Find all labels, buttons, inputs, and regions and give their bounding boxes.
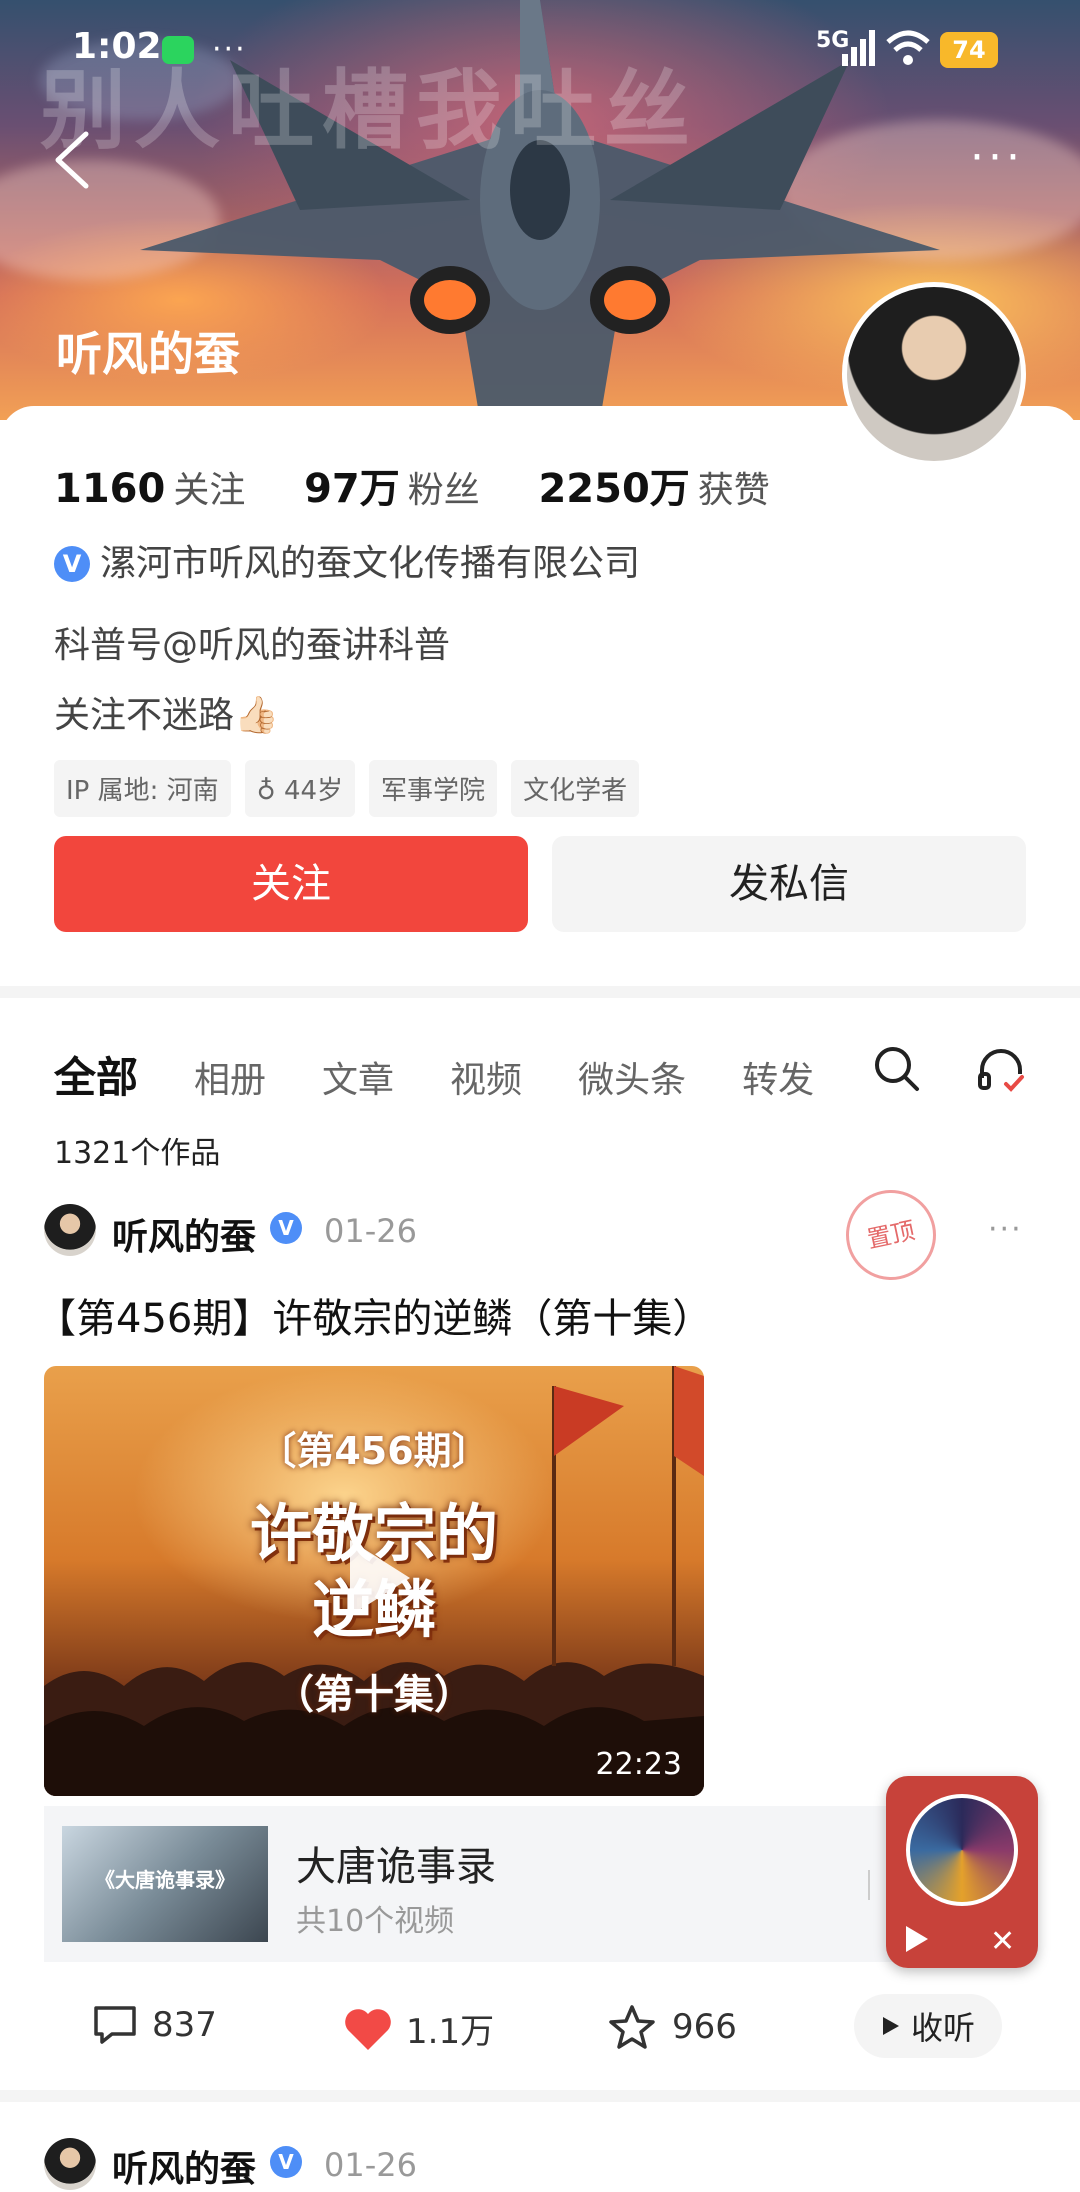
series-title: 大唐诡事录: [296, 1844, 496, 1890]
wechat-notification-icon: [162, 36, 194, 64]
next-post-author[interactable]: 听风的蚕: [112, 2140, 256, 2192]
comment-count: 837: [152, 2005, 217, 2045]
back-arrow-icon[interactable]: [52, 130, 92, 190]
series-subtitle: 共10个视频: [296, 1904, 455, 1939]
tab-articles[interactable]: 文章: [322, 1051, 394, 1103]
video-thumbnail[interactable]: 〔第456期〕 许敬宗的 逆鳞 （第十集） 22:23: [44, 1366, 704, 1796]
next-post-verified-badge-icon: V: [270, 2146, 302, 2178]
tag-ip-location: IP 属地: 河南: [54, 760, 231, 817]
profile-avatar[interactable]: [842, 282, 1026, 466]
post-verified-badge-icon: V: [270, 1212, 302, 1244]
floating-close-icon[interactable]: ✕: [990, 1924, 1015, 1959]
post-divider: [0, 2090, 1080, 2102]
wifi-icon: [886, 30, 930, 65]
next-post-date: 01-26: [324, 2146, 417, 2184]
followers-count[interactable]: 97万: [304, 466, 400, 512]
post-author-name[interactable]: 听风的蚕: [112, 1208, 256, 1260]
profile-tags: IP 属地: 河南 ♁ 44岁 军事学院 文化学者: [54, 760, 640, 817]
verified-org: 漯河市听风的蚕文化传播有限公司: [100, 543, 641, 584]
favorite-action[interactable]: 966: [608, 2004, 737, 2050]
verification-row[interactable]: V 漯河市听风的蚕文化传播有限公司: [54, 534, 640, 586]
tab-micro-posts[interactable]: 微头条: [578, 1051, 686, 1103]
status-time: 1:02: [72, 26, 162, 67]
heart-icon: [345, 2008, 391, 2050]
section-divider: [0, 986, 1080, 998]
more-options-icon[interactable]: ···: [970, 136, 1024, 180]
like-count: 1.1万: [406, 2012, 495, 2052]
comment-action[interactable]: 837: [92, 2004, 217, 2046]
search-icon[interactable]: [872, 1044, 920, 1092]
bio-line-1: 科普号@听风的蚕讲科普: [54, 625, 451, 666]
floating-play-icon[interactable]: [904, 1924, 930, 1954]
star-icon: [609, 2005, 655, 2049]
bio-line-2: 关注不迷路👍🏻: [54, 695, 279, 736]
listen-button[interactable]: 收听: [854, 1994, 1002, 2058]
tag-school: 军事学院: [369, 760, 498, 817]
following-count[interactable]: 1160: [54, 466, 165, 512]
tab-album[interactable]: 相册: [194, 1051, 266, 1103]
series-divider: [868, 1870, 870, 1900]
next-post-avatar[interactable]: [44, 2138, 96, 2190]
video-issue-text: 〔第456期〕: [258, 1429, 490, 1473]
followers-label[interactable]: 粉丝: [408, 470, 480, 511]
message-button[interactable]: 发私信: [552, 836, 1026, 932]
listen-label: 收听: [910, 2009, 975, 2047]
status-more-icon: ···: [212, 32, 247, 67]
post-title[interactable]: 【第456期】许敬宗的逆鳞（第十集）: [36, 1286, 712, 1344]
tab-all[interactable]: 全部: [54, 1044, 138, 1105]
banner-nickname: 听风的蚕: [56, 327, 240, 381]
follow-button[interactable]: 关注: [54, 836, 528, 932]
tag-age: ♁ 44岁: [244, 760, 356, 817]
post-author-avatar[interactable]: [44, 1204, 96, 1256]
comment-icon: [94, 2006, 136, 2044]
series-thumb-label: 《大唐诡事录》: [95, 1868, 235, 1892]
content-tabs: 全部 相册 文章 视频 微头条 转发: [54, 1044, 870, 1105]
video-duration: 22:23: [595, 1747, 682, 1782]
play-icon[interactable]: [344, 1536, 414, 1620]
tab-videos[interactable]: 视频: [450, 1051, 522, 1103]
floating-player-cover[interactable]: [906, 1794, 1018, 1906]
post-more-icon[interactable]: ···: [988, 1212, 1023, 1247]
headphones-icon[interactable]: [976, 1044, 1026, 1094]
following-label[interactable]: 关注: [173, 470, 245, 511]
favorite-count: 966: [672, 2007, 737, 2047]
profile-stats: 1160 关注 97万 粉丝 2250万 获赞: [54, 456, 816, 514]
works-count: 1321个作品: [54, 1136, 221, 1171]
listen-play-icon: [882, 2017, 899, 2035]
pinned-stamp: 置顶: [837, 1181, 945, 1289]
battery-indicator: 74: [940, 32, 998, 68]
like-action[interactable]: 1.1万: [342, 2004, 494, 2053]
video-episode-overlay: （第十集）: [274, 1672, 474, 1718]
likes-label: 获赞: [697, 470, 770, 511]
series-thumbnail: 《大唐诡事录》: [62, 1826, 268, 1942]
tag-title: 文化学者: [511, 760, 640, 817]
verified-badge-icon: V: [54, 546, 90, 582]
tab-reposts[interactable]: 转发: [742, 1051, 814, 1103]
post-date: 01-26: [324, 1212, 417, 1250]
likes-count: 2250万: [538, 466, 690, 512]
signal-icon: [842, 30, 875, 66]
